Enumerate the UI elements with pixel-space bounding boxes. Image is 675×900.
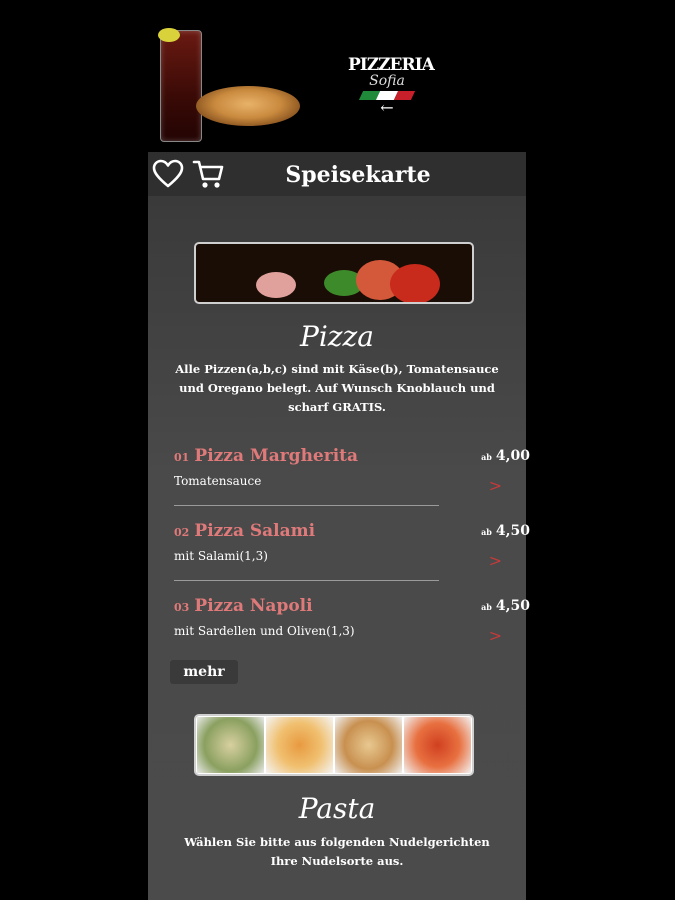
item-description: Tomatensauce: [174, 474, 262, 488]
pizza-section-description: Alle Pizzen(a,b,c) sind mit Käse(b), Tom…: [168, 360, 506, 417]
pizza-section-title: Pizza: [300, 320, 374, 353]
item-number: 01: [174, 451, 190, 464]
item-price: ab 4,50: [481, 523, 530, 539]
item-name: Pizza Napoli: [194, 596, 313, 616]
header: [148, 0, 526, 150]
logo[interactable]: PIZZERIA Sofia ←: [348, 55, 435, 116]
item-description: mit Salami(1,3): [174, 549, 268, 563]
item-price: ab 4,00: [481, 448, 530, 464]
item-name: Pizza Salami: [194, 521, 316, 541]
heart-icon[interactable]: [151, 158, 185, 190]
pasta-section-description: Wählen Sie bitte aus folgenden Nudelgeri…: [168, 833, 506, 871]
page-title: Speisekarte: [285, 162, 431, 188]
drink-image: [160, 30, 202, 142]
pizza-desc-line: scharf GRATIS.: [288, 400, 386, 414]
pasta-section-title: Pasta: [298, 792, 376, 825]
pizza-desc-line: und Oregano belegt. Auf Wunsch Knoblauch…: [179, 381, 495, 395]
item-price: ab 4,50: [481, 598, 530, 614]
divider: [174, 580, 439, 581]
pasta-desc-line: Wählen Sie bitte aus folgenden Nudelgeri…: [184, 835, 490, 849]
item-number: 02: [174, 526, 190, 539]
back-arrow-icon[interactable]: ←: [348, 100, 426, 116]
pasta-desc-line: Ihre Nudelsorte aus.: [270, 854, 404, 868]
pizza-desc-line: Alle Pizzen(a,b,c) sind mit Käse(b), Tom…: [175, 362, 499, 376]
navbar: Speisekarte: [148, 152, 526, 196]
item-number: 03: [174, 601, 190, 614]
lemon-garnish: [158, 28, 180, 42]
divider: [174, 505, 439, 506]
logo-subtitle: Sofia: [369, 73, 405, 89]
menu-item-pizza-margherita[interactable]: 01 Pizza Margherita Tomatensauce ab 4,00 …: [174, 446, 530, 521]
pasta-banner-image: [194, 714, 474, 776]
item-name: Pizza Margherita: [194, 446, 359, 466]
pizza-banner-image: [194, 242, 474, 304]
chevron-right-icon[interactable]: >: [489, 476, 502, 495]
logo-title: PIZZERIA: [348, 55, 435, 75]
chevron-right-icon[interactable]: >: [489, 551, 502, 570]
pizza-photo: [196, 86, 300, 126]
item-description: mit Sardellen und Oliven(1,3): [174, 624, 355, 638]
chevron-right-icon[interactable]: >: [489, 626, 502, 645]
cart-icon[interactable]: [192, 158, 226, 190]
italy-flag-icon: [358, 91, 416, 100]
menu-item-pizza-salami[interactable]: 02 Pizza Salami mit Salami(1,3) ab 4,50 >: [174, 521, 530, 596]
more-button[interactable]: mehr: [170, 660, 238, 684]
menu-content: Pizza Alle Pizzen(a,b,c) sind mit Käse(b…: [148, 196, 530, 900]
